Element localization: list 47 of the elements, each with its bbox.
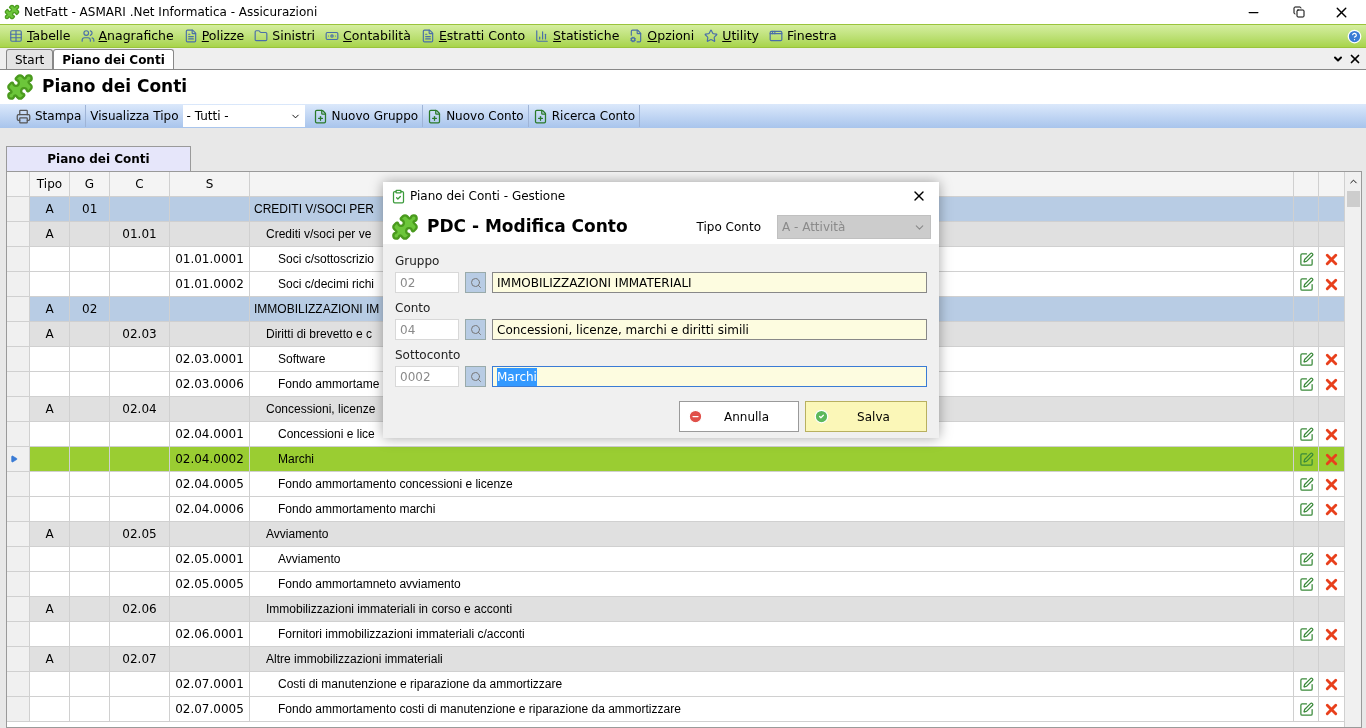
table-cell: A xyxy=(30,197,70,221)
table-cell: A xyxy=(30,522,70,546)
table-cell: Avviamento xyxy=(250,522,1294,546)
filter-label: Visualizza Tipo xyxy=(89,108,180,125)
table-cell: 02.04.0006 xyxy=(170,497,250,521)
table-cell: 02.04.0002 xyxy=(170,447,250,471)
table-cell: 01.01 xyxy=(110,222,170,246)
page-title: Piano dei Conti xyxy=(42,75,188,99)
table-cell: Fondo ammortamneto avviamento xyxy=(250,572,1294,596)
table-cell: A xyxy=(30,397,70,421)
table-cell: 02.04 xyxy=(110,397,170,421)
table-cell: 02.05.0005 xyxy=(170,572,250,596)
table-cell: 02.05 xyxy=(110,522,170,546)
table-cell: Fondo ammortamento costi di manutenzione e riparazione da ammortizzare xyxy=(250,697,1294,721)
table-cell: A xyxy=(30,297,70,321)
table-cell: 02.05.0001 xyxy=(170,547,250,571)
field-label: Conto xyxy=(395,300,432,317)
table-cell: 02.04.0005 xyxy=(170,472,250,496)
table-cell: 02.07.0005 xyxy=(170,697,250,721)
table-cell: A xyxy=(30,222,70,246)
table-cell: 02.07.0001 xyxy=(170,672,250,696)
table-cell: Costi di manutenzione e riparazione da ammortizzare xyxy=(250,672,1294,696)
table-cell: Fornitori immobilizzazioni immateriali c/acconti xyxy=(250,622,1294,646)
window-title: NetFatt - ASMARI .Net Informatica - Assicurazioni xyxy=(24,4,319,21)
type-label: Tipo Conto xyxy=(696,219,761,236)
table-cell: 02.07 xyxy=(110,647,170,671)
table-cell: A xyxy=(30,647,70,671)
table-cell: 02.03 xyxy=(110,322,170,346)
table-cell: 02.06 xyxy=(110,597,170,621)
field-label: Sottoconto xyxy=(395,347,462,364)
table-cell: 02.06.0001 xyxy=(170,622,250,646)
table-cell: 01 xyxy=(70,197,110,221)
table-cell: 02.03.0006 xyxy=(170,372,250,396)
table-cell: 02.03.0001 xyxy=(170,347,250,371)
table-cell: Fondo ammortamento marchi xyxy=(250,497,1294,521)
table-cell: A xyxy=(30,597,70,621)
table-cell: 01.01.0002 xyxy=(170,272,250,296)
field-label: Gruppo xyxy=(395,253,441,270)
table-cell: 01.01.0001 xyxy=(170,247,250,271)
table-cell: 02 xyxy=(70,297,110,321)
table-cell: Fondo ammortamento concessioni e licenze xyxy=(250,472,1294,496)
table-cell: Marchi xyxy=(250,447,1294,471)
table-cell: A xyxy=(30,322,70,346)
table-cell: Altre immobilizzazioni immateriali xyxy=(250,647,1294,671)
table-cell: 02.04.0001 xyxy=(170,422,250,446)
table-cell: Immobilizzazioni immateriali in corso e acconti xyxy=(250,597,1294,621)
table-cell: Avviamento xyxy=(250,547,1294,571)
